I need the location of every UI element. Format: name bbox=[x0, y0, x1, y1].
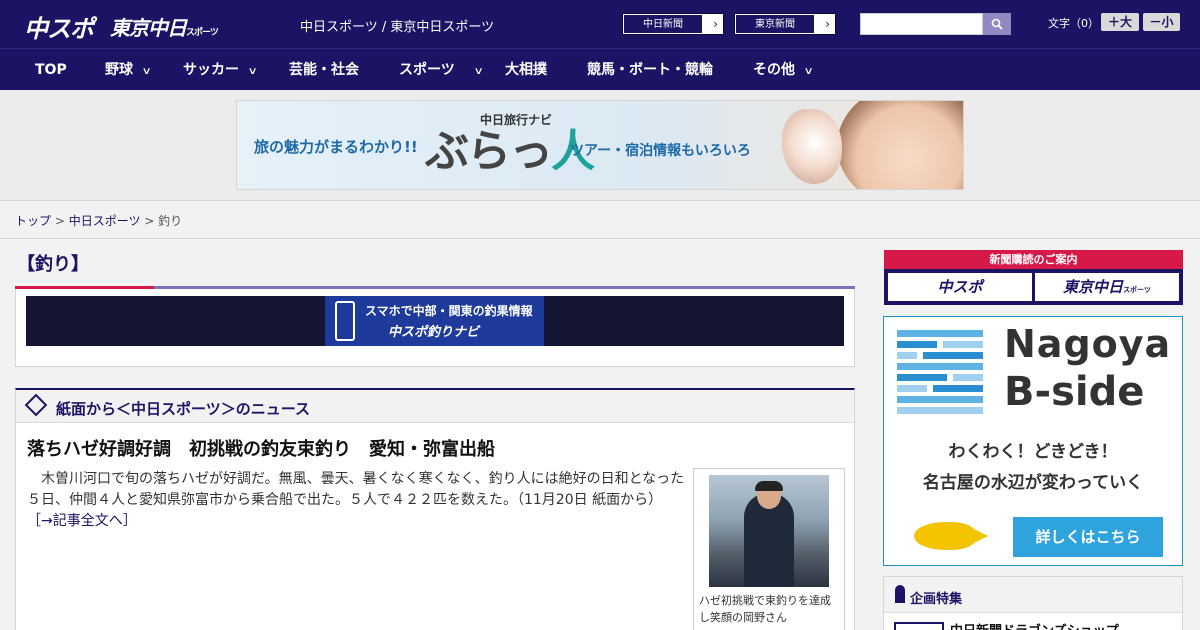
search-icon bbox=[991, 18, 1003, 30]
nav-label: 競馬・ボート・競輪 bbox=[587, 62, 713, 78]
nav-label: その他 bbox=[753, 62, 795, 78]
special-feature-header: 企画特集 bbox=[884, 577, 1182, 613]
breadcrumb-section[interactable]: 中日スポーツ bbox=[69, 214, 141, 228]
nav-label: 野球 bbox=[105, 62, 133, 78]
nav-item-other[interactable]: その他 ∨ bbox=[753, 49, 814, 91]
ad-model-photo bbox=[837, 101, 963, 189]
smartphone-icon bbox=[335, 301, 355, 341]
search-input[interactable] bbox=[860, 13, 983, 35]
tokyo-shimbun-button[interactable]: 東京新聞 › bbox=[734, 13, 836, 35]
travel-navi-ad[interactable]: 旅の魅力がまるわかり!! 中日旅行ナビ ぶらっ人 ツアー・宿泊情報もいろいろ bbox=[236, 100, 964, 190]
bside-details-button[interactable]: 詳しくはこちら bbox=[1013, 517, 1163, 557]
fish-mascot-icon bbox=[914, 522, 988, 550]
tokyo-shimbun-label: 東京新聞 bbox=[735, 14, 815, 34]
newspaper-icon bbox=[24, 393, 48, 417]
chevron-right-icon: › bbox=[713, 17, 718, 31]
tokyo-chunichi-sports-logo[interactable]: 東京中日スポーツ bbox=[110, 12, 219, 41]
nav-item-keiba[interactable]: 競馬・ボート・競輪 bbox=[587, 49, 713, 91]
tsuri-navi-box: スマホで中部・関東の釣果情報 中スポ釣りナビ bbox=[15, 289, 855, 367]
special-feature-box: 企画特集 中日新聞ドラゴンズショップ bbox=[883, 576, 1183, 630]
chevron-down-icon: ∨ bbox=[803, 66, 814, 77]
nav-label: サッカー bbox=[183, 62, 239, 78]
main-nav: TOP 野球 ∨ サッカー ∨ 芸能・社会 スポーツ ∨ 大相撲 競馬・ボート・競輪 … bbox=[0, 48, 1200, 90]
article-headline[interactable]: 落ちハゼ好調好調 初挑戦の釣友束釣り 愛知・弥富出船 bbox=[27, 435, 495, 461]
tsuri-navi-line1: スマホで中部・関東の釣果情報 bbox=[365, 304, 533, 318]
news-box: 紙面から＜中日スポーツ＞のニュース 落ちハゼ好調好調 初挑戦の釣友束釣り 愛知・… bbox=[15, 388, 855, 630]
subscription-box: 新聞購読のご案内 中スポ 東京中日スポーツ bbox=[884, 250, 1183, 305]
font-size-label: 文字（0） bbox=[1048, 17, 1099, 30]
site-title: 中日スポーツ / 東京中日スポーツ bbox=[300, 20, 495, 35]
nav-item-soccer[interactable]: サッカー ∨ bbox=[183, 49, 258, 91]
bside-logo-graphic bbox=[897, 330, 983, 414]
breadcrumb-sep: > bbox=[51, 214, 69, 228]
chevron-down-icon: ∨ bbox=[247, 66, 258, 77]
nav-label: TOP bbox=[35, 62, 67, 78]
font-larger-button[interactable]: ＋大 bbox=[1101, 13, 1139, 31]
nagoya-bside-ad[interactable]: Nagoya B-side わくわく！どきどき！ 名古屋の水辺が変わっていく 詳… bbox=[883, 316, 1183, 566]
top-header: 中スポ 東京中日スポーツ 中日スポーツ / 東京中日スポーツ 中日新聞 › 東京… bbox=[0, 0, 1200, 48]
ribbon-icon bbox=[895, 585, 905, 603]
article-photo bbox=[709, 475, 829, 587]
breadcrumb: トップ > 中日スポーツ > 釣り bbox=[15, 212, 182, 229]
subscribe-tokyo-text: 東京中日 bbox=[1063, 278, 1124, 296]
ad-left-text: 旅の魅力がまるわかり!! bbox=[254, 138, 418, 156]
tsuri-navi-line2: 中スポ釣りナビ bbox=[388, 325, 480, 340]
tokyo-logo-small: スポーツ bbox=[186, 28, 219, 38]
nav-item-sumo[interactable]: 大相撲 bbox=[505, 49, 547, 91]
search-button[interactable] bbox=[983, 13, 1011, 35]
tokyo-logo-text: 東京中日 bbox=[110, 16, 187, 40]
subscribe-chunichi-button[interactable]: 中スポ bbox=[888, 273, 1032, 301]
chevron-down-icon: ∨ bbox=[473, 66, 484, 77]
nav-item-entertainment[interactable]: 芸能・社会 bbox=[289, 49, 359, 91]
bside-title-1: Nagoya bbox=[1004, 322, 1172, 366]
nav-label: スポーツ bbox=[399, 62, 455, 78]
nav-item-baseball[interactable]: 野球 ∨ bbox=[105, 49, 152, 91]
nav-item-top[interactable]: TOP bbox=[35, 49, 67, 91]
nav-item-sports[interactable]: スポーツ ∨ bbox=[399, 49, 484, 91]
subscribe-tokyo-small: スポーツ bbox=[1123, 286, 1151, 294]
subscription-header: 新聞購読のご案内 bbox=[884, 250, 1183, 269]
photo-person-cap bbox=[755, 481, 783, 491]
read-more-link[interactable]: ［→記事全文へ］ bbox=[27, 513, 137, 529]
chunichi-shimbun-button[interactable]: 中日新聞 › bbox=[622, 13, 724, 35]
breadcrumb-sep: > bbox=[140, 214, 159, 228]
chunichi-shimbun-label: 中日新聞 bbox=[623, 14, 703, 34]
news-section-header: 紙面から＜中日スポーツ＞のニュース bbox=[16, 390, 854, 423]
news-section-title: 紙面から＜中日スポーツ＞のニュース bbox=[56, 400, 310, 418]
article-lead: 木曽川河口で旬の落ちハゼが好調だ。無風、曇天、暑くなく寒くなく、釣り人には絶好の… bbox=[27, 469, 687, 532]
breadcrumb-home[interactable]: トップ bbox=[15, 214, 51, 228]
nav-label: 大相撲 bbox=[505, 62, 547, 78]
ad-shell-image bbox=[782, 109, 842, 184]
article-lead-text: 木曽川河口で旬の落ちハゼが好調だ。無風、曇天、暑くなく寒くなく、釣り人には絶好の… bbox=[27, 471, 685, 508]
bside-tagline-1: わくわく！どきどき！ bbox=[948, 442, 1118, 462]
font-smaller-button[interactable]: －小 bbox=[1143, 13, 1180, 31]
tsuri-navi-inner: スマホで中部・関東の釣果情報 中スポ釣りナビ bbox=[325, 296, 544, 346]
ad-right-text: ツアー・宿泊情報もいろいろ bbox=[570, 143, 751, 159]
special-feature-title: 企画特集 bbox=[910, 592, 963, 607]
special-feature-item[interactable]: 中日新聞ドラゴンズショップ bbox=[950, 620, 1119, 630]
tsuri-navi-banner[interactable]: スマホで中部・関東の釣果情報 中スポ釣りナビ bbox=[26, 296, 844, 346]
bside-title-2: B-side bbox=[1004, 369, 1145, 415]
photo-caption: ハゼ初挑戦で束釣りを達成し笑顔の岡野さん bbox=[699, 594, 831, 624]
special-feature-thumbnail[interactable] bbox=[894, 622, 944, 630]
chunichi-sports-logo[interactable]: 中スポ bbox=[24, 9, 94, 44]
breadcrumb-band: トップ > 中日スポーツ > 釣り bbox=[0, 200, 1200, 239]
breadcrumb-current: 釣り bbox=[158, 214, 183, 228]
chevron-right-icon: › bbox=[825, 17, 830, 31]
nav-label: 芸能・社会 bbox=[289, 62, 359, 78]
page-title: 【釣り】 bbox=[17, 254, 89, 275]
chevron-down-icon: ∨ bbox=[141, 66, 152, 77]
bside-tagline-2: 名古屋の水辺が変わっていく bbox=[922, 473, 1144, 493]
article-photo-box[interactable]: ハゼ初挑戦で束釣りを達成し笑顔の岡野さん bbox=[693, 468, 845, 630]
ad-logo: ぶらっ人 bbox=[425, 115, 595, 179]
page-title-box: 【釣り】 bbox=[15, 246, 855, 286]
subscribe-tokyo-button[interactable]: 東京中日スポーツ bbox=[1035, 273, 1179, 301]
ad-logo-a: ぶらっ bbox=[425, 126, 553, 177]
